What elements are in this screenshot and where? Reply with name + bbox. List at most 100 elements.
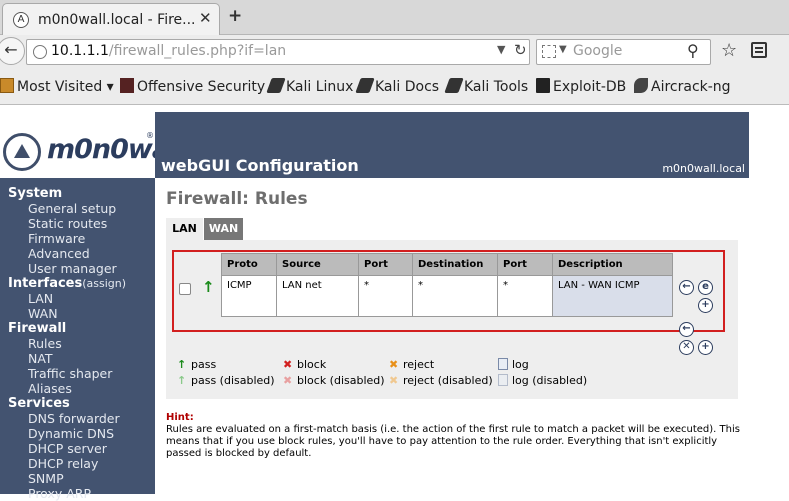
pass-icon: ↑ [177,358,187,371]
new-tab-icon[interactable]: + [228,6,242,26]
log-icon [498,358,508,370]
sidebar-item-wan[interactable]: WAN [28,306,58,321]
column-header-source-port: Port [358,253,413,276]
legend-log: log [498,358,529,371]
kali-dragon-icon [355,78,375,93]
back-icon[interactable]: ← [0,37,25,65]
column-header-destination-port: Port [497,253,553,276]
search-engine-dropdown-icon[interactable]: ▼ [559,44,567,55]
sidebar-item-traffic-shaper[interactable]: Traffic shaper [28,366,112,381]
move-to-end-icon[interactable]: ← [679,322,694,337]
column-header-description: Description [552,253,673,276]
url-path: /firewall_rules.php?if=lan [108,43,287,59]
legend-log-disabled: log (disabled) [498,374,587,387]
url-text[interactable]: 10.1.1.1/firewall_rules.php?if=lan [51,43,286,59]
sidebar-item-advanced[interactable]: Advanced [28,246,90,261]
bookmark-offensive-security[interactable]: Offensive Security [120,78,265,95]
sidebar-item-firmware[interactable]: Firmware [28,231,85,246]
pass-icon[interactable]: ↑ [202,278,215,296]
block-icon: ✖ [283,358,293,371]
assign-link[interactable]: (assign) [82,277,126,290]
sidebar-section-system: System [8,186,63,201]
tab-lan[interactable]: LAN [166,218,203,240]
reading-list-icon[interactable] [751,42,767,58]
close-tab-icon[interactable]: ✕ [199,9,212,27]
search-bar[interactable]: ▼ Google ⚲ [536,39,711,65]
search-icon[interactable]: ⚲ [687,41,699,60]
search-placeholder: Google [573,43,623,59]
sidebar-item-nat[interactable]: NAT [28,351,53,366]
folder-icon [0,78,14,93]
add-rule-based-icon[interactable]: + [698,298,713,313]
rule-checkbox[interactable] [179,283,191,295]
legend-pass: ↑ pass [177,358,216,371]
sidebar-item-dns-forwarder[interactable]: DNS forwarder [28,411,120,426]
sidebar-item-general-setup[interactable]: General setup [28,201,116,216]
sidebar: System General setup Static routes Firmw… [0,178,155,501]
cell-proto[interactable]: ICMP [221,275,277,317]
hint-text: Rules are evaluated on a first-match bas… [166,424,740,459]
tab-favicon-icon: A [13,12,29,28]
url-dropdown-icon[interactable]: ▼ [497,43,505,56]
sidebar-section-services: Services [8,396,70,411]
search-engine-icon[interactable] [542,45,556,58]
legend-label: block [297,358,327,371]
bookmark-label: Kali Docs [375,79,440,95]
logo[interactable]: m0n0wall ® [0,112,187,178]
browser-tab[interactable]: A m0n0wall.local - Fire... ✕ [2,3,220,35]
column-header-proto: Proto [221,253,277,276]
legend-block: ✖ block [283,358,326,371]
sidebar-item-user-manager[interactable]: User manager [28,261,117,276]
delete-selected-icon[interactable]: ✕ [679,340,694,355]
cell-source-port[interactable]: * [358,275,413,317]
cell-destination-port[interactable]: * [497,275,553,317]
sidebar-section-interfaces: Interfaces(assign) [8,276,126,291]
bookmark-star-icon[interactable]: ☆ [721,40,737,61]
sidebar-item-dynamic-dns[interactable]: Dynamic DNS [28,426,114,441]
globe-icon [33,45,47,59]
reload-icon[interactable]: ↻ [514,41,527,59]
bookmark-label: Most Visited [17,79,103,95]
sidebar-item-lan[interactable]: LAN [28,291,53,306]
legend-reject-disabled: ✖ reject (disabled) [389,374,493,387]
hint-box: Hint: Rules are evaluated on a first-mat… [166,412,741,460]
bookmark-kali-tools[interactable]: Kali Tools [444,78,528,95]
legend-label: reject (disabled) [403,374,493,387]
sidebar-item-aliases[interactable]: Aliases [28,381,72,396]
add-new-rule-icon[interactable]: + [698,340,713,355]
legend-label: reject [403,358,435,371]
bookmark-kali-linux[interactable]: Kali Linux [266,78,353,95]
cell-source[interactable]: LAN net [276,275,359,317]
browser-tab-bar: A m0n0wall.local - Fire... ✕ + [0,0,789,35]
navigation-bar: ← 10.1.1.1/firewall_rules.php?if=lan ▼ ↻… [0,35,789,71]
legend-label: pass (disabled) [191,374,275,387]
sidebar-item-rules[interactable]: Rules [28,336,62,351]
bookmark-label: Exploit-DB [553,79,627,95]
bookmark-kali-docs[interactable]: Kali Docs [355,78,440,95]
aircrack-icon [634,78,648,93]
legend-pass-disabled: ↑ pass (disabled) [177,374,275,387]
bookmark-label: Aircrack-ng [651,79,731,95]
header-title: webGUI Configuration [161,156,359,175]
column-header-source: Source [276,253,359,276]
edit-rule-icon[interactable]: e [698,280,713,295]
sidebar-item-dhcp-server[interactable]: DHCP server [28,441,107,456]
legend-label: log (disabled) [512,374,588,387]
move-selected-icon[interactable]: ← [679,280,694,295]
sidebar-item-snmp[interactable]: SNMP [28,471,64,486]
sidebar-item-static-routes[interactable]: Static routes [28,216,107,231]
legend-block-disabled: ✖ block (disabled) [283,374,385,387]
cell-destination[interactable]: * [412,275,498,317]
offensive-security-icon [120,78,134,93]
url-bar[interactable]: 10.1.1.1/firewall_rules.php?if=lan ▼ ↻ [26,39,530,65]
pass-disabled-icon: ↑ [177,374,187,387]
bookmarks-toolbar: Most Visited ▾ Offensive Security Kali L… [0,71,789,105]
table-row[interactable]: ICMP LAN net * * * LAN - WAN ICMP [221,275,673,317]
kali-dragon-icon [444,78,464,93]
cell-description[interactable]: LAN - WAN ICMP [552,275,673,317]
sidebar-item-dhcp-relay[interactable]: DHCP relay [28,456,98,471]
bookmark-most-visited[interactable]: Most Visited ▾ [0,78,114,95]
bookmark-aircrack-ng[interactable]: Aircrack-ng [634,78,731,95]
tab-wan[interactable]: WAN [204,218,243,240]
bookmark-exploit-db[interactable]: Exploit-DB [536,78,626,95]
